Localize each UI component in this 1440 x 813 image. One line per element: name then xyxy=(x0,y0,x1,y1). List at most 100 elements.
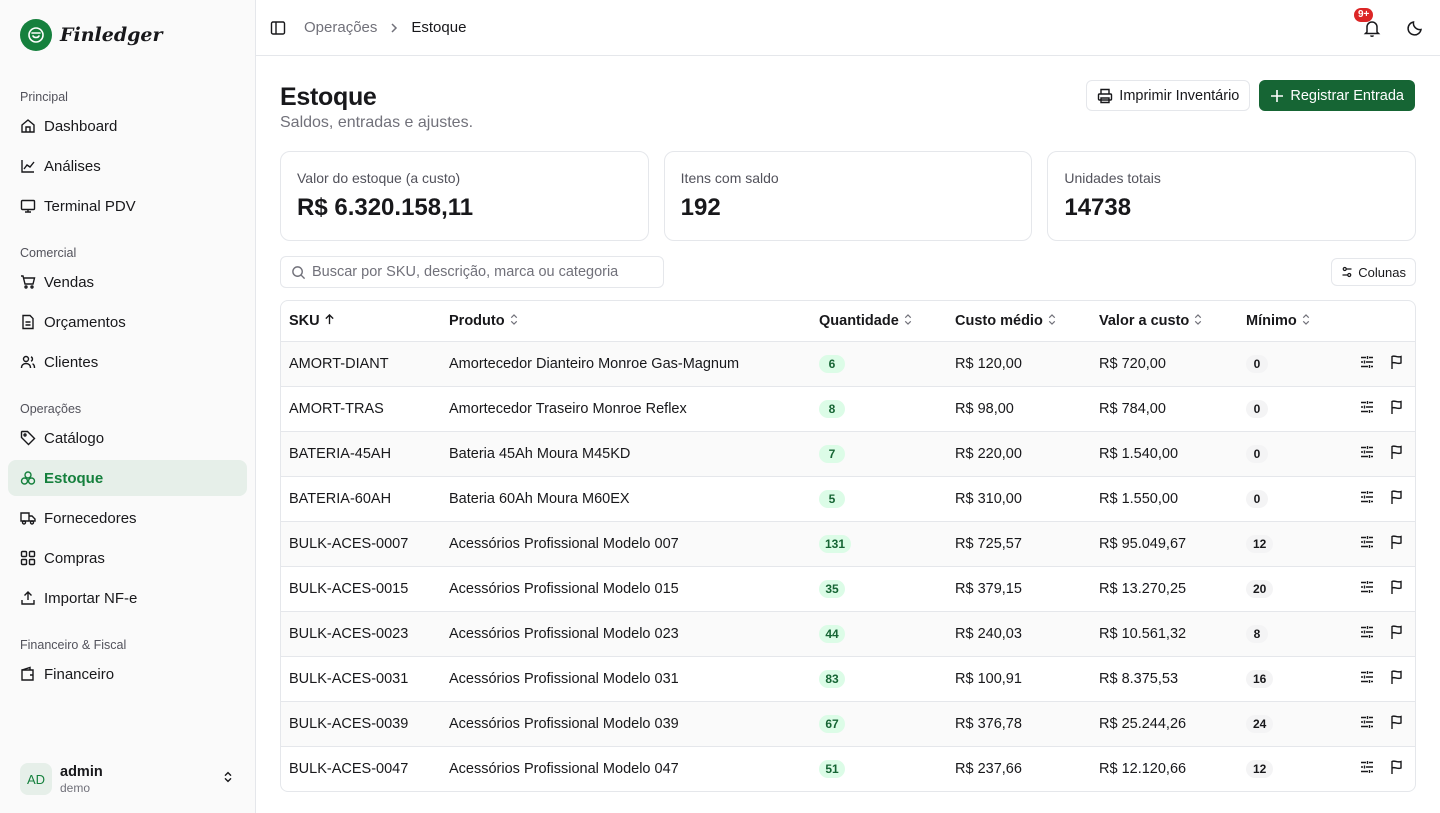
cell-sku: BULK-ACES-0047 xyxy=(289,760,409,777)
adjust-icon[interactable] xyxy=(1359,759,1375,779)
topbar: Operações Estoque 9+ xyxy=(256,0,1440,56)
sidebar-item-terminal-pdv[interactable]: Terminal PDV xyxy=(8,188,247,224)
table-row[interactable]: BULK-ACES-0023 Acessórios Profissional Mo… xyxy=(281,611,1415,657)
minimum-badge: 0 xyxy=(1246,444,1268,463)
cell-minimo: 0 xyxy=(1238,476,1338,522)
sidebar-item-analises[interactable]: Análises xyxy=(8,148,247,184)
sidebar-item-label: Terminal PDV xyxy=(44,197,136,215)
adjust-icon[interactable] xyxy=(1359,624,1375,644)
page-subtitle: Saldos, entradas e ajustes. xyxy=(280,114,474,131)
sidebar-item-label: Orçamentos xyxy=(44,313,126,331)
sidebar-item-label: Financeiro xyxy=(44,665,115,683)
cell-produto: Bateria 60Ah Moura M60EX xyxy=(441,476,811,522)
table-row[interactable]: BULK-ACES-0007 Acessórios Profissional Mo… xyxy=(281,521,1415,567)
search-input[interactable] xyxy=(312,264,642,280)
sidebar-item-financeiro[interactable]: Financeiro xyxy=(8,656,247,692)
search-icon xyxy=(292,265,306,279)
table-row[interactable]: BATERIA-60AH Bateria 60Ah Moura M60EX 5 R$ … xyxy=(281,476,1415,522)
column-header-sku[interactable]: SKU xyxy=(281,301,441,342)
flag-icon[interactable] xyxy=(1389,489,1405,509)
table-row[interactable]: AMORT-DIANT Amortecedor Dianteiro Monroe … xyxy=(281,341,1415,387)
cell-sku: BULK-ACES-0023 xyxy=(281,611,441,657)
adjust-icon[interactable] xyxy=(1359,714,1375,734)
cell-minimo: 8 xyxy=(1238,611,1338,657)
cell-valor-a-custo: R$ 1.540,00 xyxy=(1091,431,1238,477)
sidebar-item-vendas[interactable]: Vendas xyxy=(8,264,247,300)
minimum-badge: 16 xyxy=(1246,669,1274,688)
sidebar-item-clientes[interactable]: Clientes xyxy=(8,344,247,380)
flag-icon[interactable] xyxy=(1389,534,1405,554)
chevrons-up-down-icon xyxy=(1301,313,1311,329)
adjust-icon[interactable] xyxy=(1359,579,1375,599)
stat-label: Valor do estoque (a custo) xyxy=(297,170,461,186)
quantity-badge: 83 xyxy=(819,669,845,688)
moon-icon[interactable] xyxy=(1406,19,1424,37)
notification-count-badge: 9+ xyxy=(1354,7,1374,22)
sidebar-item-label: Análises xyxy=(44,157,101,175)
cell-sku: BULK-ACES-0039 xyxy=(281,701,441,747)
users-icon xyxy=(20,354,36,370)
column-header-minimo[interactable]: Mínimo xyxy=(1238,301,1338,342)
table-row[interactable]: AMORT-TRAS Amortecedor Traseiro Monroe Re… xyxy=(281,386,1415,432)
sidebar-item-dashboard[interactable]: Dashboard xyxy=(8,108,247,144)
table-row[interactable]: BATERIA-45AH Bateria 45Ah Moura M45KD 7 R$ … xyxy=(281,431,1415,477)
flag-icon[interactable] xyxy=(1389,354,1405,374)
column-header-produto[interactable]: Produto xyxy=(441,301,811,342)
adjust-icon[interactable] xyxy=(1359,669,1375,689)
breadcrumb-parent[interactable]: Operações xyxy=(304,19,377,36)
plus-icon xyxy=(1271,89,1284,102)
adjust-icon[interactable] xyxy=(1359,444,1375,464)
sidebar-item-catalogo[interactable]: Catálogo xyxy=(8,420,247,456)
table-row[interactable]: BULK-ACES-0031 Acessórios Profissional Mo… xyxy=(281,656,1415,702)
cell-minimo: 24 xyxy=(1238,701,1338,747)
cell-custo-medio: R$ 240,03 xyxy=(947,611,1091,657)
table-row[interactable]: BULK-ACES-0047 Acessórios Profissional Mo… xyxy=(281,746,1415,791)
flag-icon[interactable] xyxy=(1389,669,1405,689)
adjust-icon[interactable] xyxy=(1359,489,1375,509)
sidebar-item-fornecedores[interactable]: Fornecedores xyxy=(8,500,247,536)
sidebar-item-orcamentos[interactable]: Orçamentos xyxy=(8,304,247,340)
cell-quantidade: 6 xyxy=(811,341,947,387)
notifications-button[interactable]: 9+ xyxy=(1354,7,1382,38)
cell-produto: Bateria 45Ah Moura M45KD xyxy=(441,431,811,477)
stat-card-stock-value: Valor do estoque (a custo) R$ 6.320.158,… xyxy=(280,151,649,241)
flag-icon[interactable] xyxy=(1389,759,1405,779)
cell-minimo: 16 xyxy=(1238,656,1338,702)
flag-icon[interactable] xyxy=(1389,714,1405,734)
cell-valor-a-custo: R$ 8.375,53 xyxy=(1091,656,1238,702)
quantity-badge: 7 xyxy=(819,444,845,463)
cell-sku: BULK-ACES-0007 xyxy=(281,521,441,567)
cell-quantidade: 7 xyxy=(811,431,947,477)
flag-icon[interactable] xyxy=(1389,444,1405,464)
sidebar-item-importar-nfe[interactable]: Importar NF-e xyxy=(8,580,247,616)
minimum-badge: 0 xyxy=(1246,489,1268,508)
adjust-icon[interactable] xyxy=(1359,354,1375,374)
register-entry-button[interactable]: Registrar Entrada xyxy=(1259,80,1415,111)
flag-icon[interactable] xyxy=(1389,399,1405,419)
cell-custo-medio: R$ 220,00 xyxy=(947,431,1091,477)
column-header-valor-a-custo[interactable]: Valor a custo xyxy=(1091,301,1238,342)
flag-icon[interactable] xyxy=(1389,624,1405,644)
cell-produto: Acessórios Profissional Modelo 015 xyxy=(441,566,811,612)
flag-icon[interactable] xyxy=(1389,579,1405,599)
columns-button[interactable]: Colunas xyxy=(1331,258,1416,286)
sidebar-item-compras[interactable]: Compras xyxy=(8,540,247,576)
user-menu[interactable]: AD admin demo xyxy=(8,757,247,801)
stat-value: 192 xyxy=(680,194,721,221)
column-header-actions xyxy=(1338,301,1415,342)
adjust-icon[interactable] xyxy=(1359,534,1375,554)
sidebar-item-estoque[interactable]: Estoque xyxy=(8,460,247,496)
adjust-icon[interactable] xyxy=(1359,399,1375,419)
column-header-quantidade[interactable]: Quantidade xyxy=(811,301,947,342)
cell-valor-a-custo: R$ 25.244,26 xyxy=(1091,701,1238,747)
quantity-badge: 5 xyxy=(819,489,845,508)
stat-card-items-with-balance: Itens com saldo 192 xyxy=(663,151,1033,241)
table-row[interactable]: BULK-ACES-0039 Acessórios Profissional Mo… xyxy=(281,701,1415,747)
cell-custo-medio: R$ 98,00 xyxy=(947,386,1091,432)
table-row[interactable]: BULK-ACES-0015 Acessórios Profissional Mo… xyxy=(281,566,1415,612)
brand[interactable]: Finledger xyxy=(0,0,255,70)
sidebar-toggle-icon[interactable] xyxy=(270,20,286,36)
minimum-badge: 12 xyxy=(1246,759,1274,778)
print-inventory-button[interactable]: Imprimir Inventário xyxy=(1086,80,1251,111)
column-header-custo-medio[interactable]: Custo médio xyxy=(947,301,1091,342)
